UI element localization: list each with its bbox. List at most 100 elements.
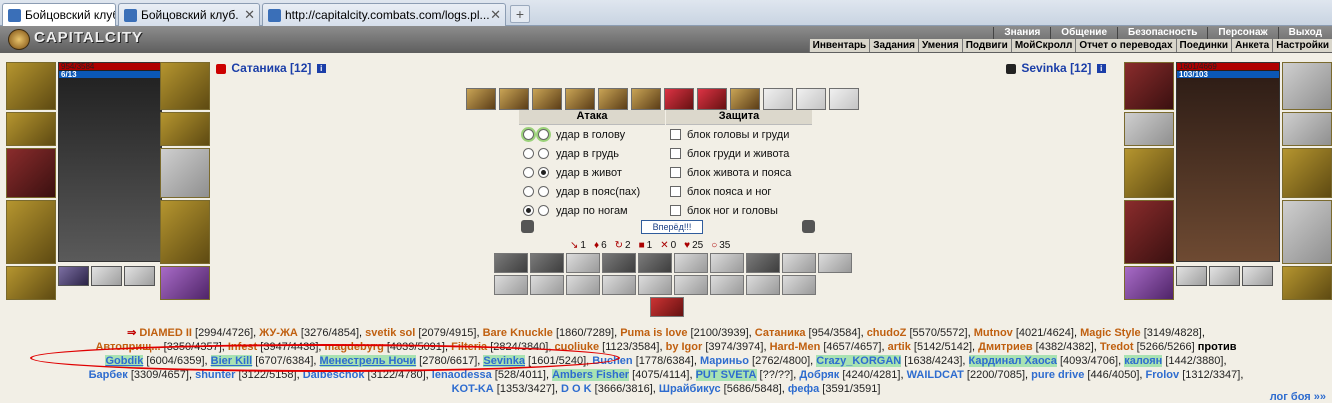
browser-tab-3[interactable]: http://capitalcity.combats.com/logs.pl..…: [262, 3, 506, 26]
participant-name[interactable]: WAILDCAT: [907, 369, 964, 381]
team2-participant[interactable]: PUT SVETA [??/??]: [695, 369, 793, 381]
team1-participant[interactable]: Hard-Men [4657/4657]: [770, 341, 882, 353]
armor-slot[interactable]: [6, 200, 56, 264]
participant-name[interactable]: Hard-Men: [770, 341, 821, 353]
team1-participant[interactable]: ЖУ-ЖА [3276/4854]: [259, 327, 359, 339]
participant-name[interactable]: Crazy_KORGAN: [816, 355, 902, 367]
new-tab-button[interactable]: +: [510, 5, 530, 23]
right-player-name[interactable]: Sevinka [12] i: [1006, 61, 1106, 75]
ability-button[interactable]: [697, 88, 727, 110]
submenu-settings[interactable]: Настройки: [1272, 39, 1332, 52]
go-button[interactable]: Вперёд!!!: [641, 220, 703, 234]
submenu-feats[interactable]: Подвиги: [961, 39, 1011, 52]
participant-name[interactable]: ЖУ-ЖА: [259, 327, 298, 339]
weapon-slot[interactable]: [6, 148, 56, 198]
participant-name[interactable]: Frolov: [1146, 369, 1180, 381]
participant-name[interactable]: Puma is love: [620, 327, 687, 339]
browser-tab-1[interactable]: Бойцовский клуб: [2, 3, 116, 26]
radio-button[interactable]: [538, 148, 549, 159]
ability-button[interactable]: [664, 88, 694, 110]
team1-participant[interactable]: Дмитриев [4382/4382]: [978, 341, 1094, 353]
team1-participant[interactable]: Bare Knuckle [1860/7289]: [483, 327, 614, 339]
team2-participant[interactable]: pure drive [446/4050]: [1031, 369, 1139, 381]
tactic-button[interactable]: [782, 275, 816, 295]
participant-name[interactable]: by Igor: [666, 341, 703, 353]
attack-stomach[interactable]: удар в живот: [519, 163, 665, 182]
radio-button[interactable]: [538, 186, 549, 197]
submenu-quests[interactable]: Задания: [869, 39, 918, 52]
bracers-slot[interactable]: [6, 112, 56, 146]
belt-slot[interactable]: [6, 266, 56, 300]
legs-slot[interactable]: [1282, 200, 1332, 264]
attack-head[interactable]: удар в голову: [519, 125, 665, 144]
tactic-button[interactable]: [566, 275, 600, 295]
team1-participant[interactable]: Puma is love [2100/3939]: [620, 327, 748, 339]
radio-button[interactable]: [670, 129, 681, 140]
team2-participant[interactable]: Кардинал Хаоса [4093/4706]: [968, 355, 1118, 367]
participant-name[interactable]: Bare Knuckle: [483, 327, 553, 339]
participant-name[interactable]: калоян: [1124, 355, 1163, 367]
team2-participant[interactable]: KOT-KA [1353/3427]: [452, 383, 555, 395]
gloves-slot[interactable]: [1282, 62, 1332, 110]
tactic-button[interactable]: [494, 253, 528, 273]
radio-button[interactable]: [523, 148, 534, 159]
participant-name[interactable]: pure drive: [1031, 369, 1084, 381]
participant-name[interactable]: Барбек: [89, 369, 128, 381]
boots-slot[interactable]: [1282, 266, 1332, 300]
team1-participant[interactable]: svetik sol [2079/4915]: [365, 327, 476, 339]
participant-name[interactable]: Кардинал Хаоса: [968, 355, 1057, 367]
tactic-button[interactable]: [710, 275, 744, 295]
menu-communication[interactable]: Общение: [1050, 27, 1117, 39]
tactic-button[interactable]: [602, 253, 636, 273]
right-player-avatar[interactable]: 1601/4669 103/103: [1176, 62, 1280, 262]
team2-participant[interactable]: lenaodessa [528/4011]: [432, 369, 546, 381]
belt-item[interactable]: [1209, 266, 1240, 286]
menu-exit[interactable]: Выход: [1277, 27, 1332, 39]
tactic-button[interactable]: [602, 275, 636, 295]
team1-participant[interactable]: Mutnov [4021/4624]: [974, 327, 1074, 339]
site-logo[interactable]: CAPITALCITY: [8, 29, 143, 50]
ability-button[interactable]: [532, 88, 562, 110]
radio-button[interactable]: [523, 129, 534, 140]
radio-button[interactable]: [670, 167, 681, 178]
team2-participant[interactable]: WAILDCAT [2200/7085]: [907, 369, 1025, 381]
radio-button[interactable]: [523, 167, 534, 178]
tactic-button[interactable]: [674, 253, 708, 273]
team2-participant[interactable]: калоян [1442/3880]: [1124, 355, 1223, 367]
close-tab-icon[interactable]: ✕: [490, 7, 501, 23]
info-icon[interactable]: i: [316, 64, 326, 74]
close-tab-icon[interactable]: ✕: [244, 7, 255, 23]
radio-button[interactable]: [538, 205, 549, 216]
participant-name[interactable]: Tredot: [1100, 341, 1134, 353]
ability-button[interactable]: [730, 88, 760, 110]
attack-belt[interactable]: удар в пояс(пах): [519, 182, 665, 201]
team2-participant[interactable]: Шрайбикус [5686/5848]: [659, 383, 782, 395]
tactic-button[interactable]: [530, 275, 564, 295]
radio-button[interactable]: [538, 167, 549, 178]
left-player-avatar[interactable]: 954/3584 6/13: [58, 62, 162, 262]
submenu-transfers[interactable]: Отчет о переводах: [1075, 39, 1175, 52]
team2-participant[interactable]: Frolov [1312/3347]: [1146, 369, 1241, 381]
info-icon[interactable]: i: [1096, 64, 1106, 74]
ability-button[interactable]: [598, 88, 628, 110]
team1-participant[interactable]: by Igor [3974/3974]: [666, 341, 764, 353]
block-belt-legs[interactable]: блок пояса и ног: [666, 182, 812, 201]
armor-slot[interactable]: [1124, 200, 1174, 264]
offhand-slot[interactable]: [1282, 148, 1332, 198]
team2-participant[interactable]: фефа [3591/3591]: [788, 383, 881, 395]
block-stomach-belt[interactable]: блок живота и пояса: [666, 163, 812, 182]
team1-participant[interactable]: artik [5142/5142]: [888, 341, 972, 353]
participant-name[interactable]: svetik sol: [365, 327, 415, 339]
team1-participant[interactable]: DIAMED II [2994/4726]: [139, 327, 253, 339]
left-player-name[interactable]: Сатаника [12] i: [216, 61, 326, 75]
ability-button[interactable]: [631, 88, 661, 110]
radio-button[interactable]: [538, 129, 549, 140]
tactic-button[interactable]: [494, 275, 528, 295]
participant-name[interactable]: Мариньо: [700, 355, 749, 367]
menu-character[interactable]: Персонаж: [1207, 27, 1277, 39]
tactic-button[interactable]: [746, 275, 780, 295]
weapon-slot[interactable]: [1124, 148, 1174, 198]
tactic-button[interactable]: [674, 275, 708, 295]
tactic-button[interactable]: [650, 297, 684, 317]
belt-item[interactable]: [1176, 266, 1207, 286]
